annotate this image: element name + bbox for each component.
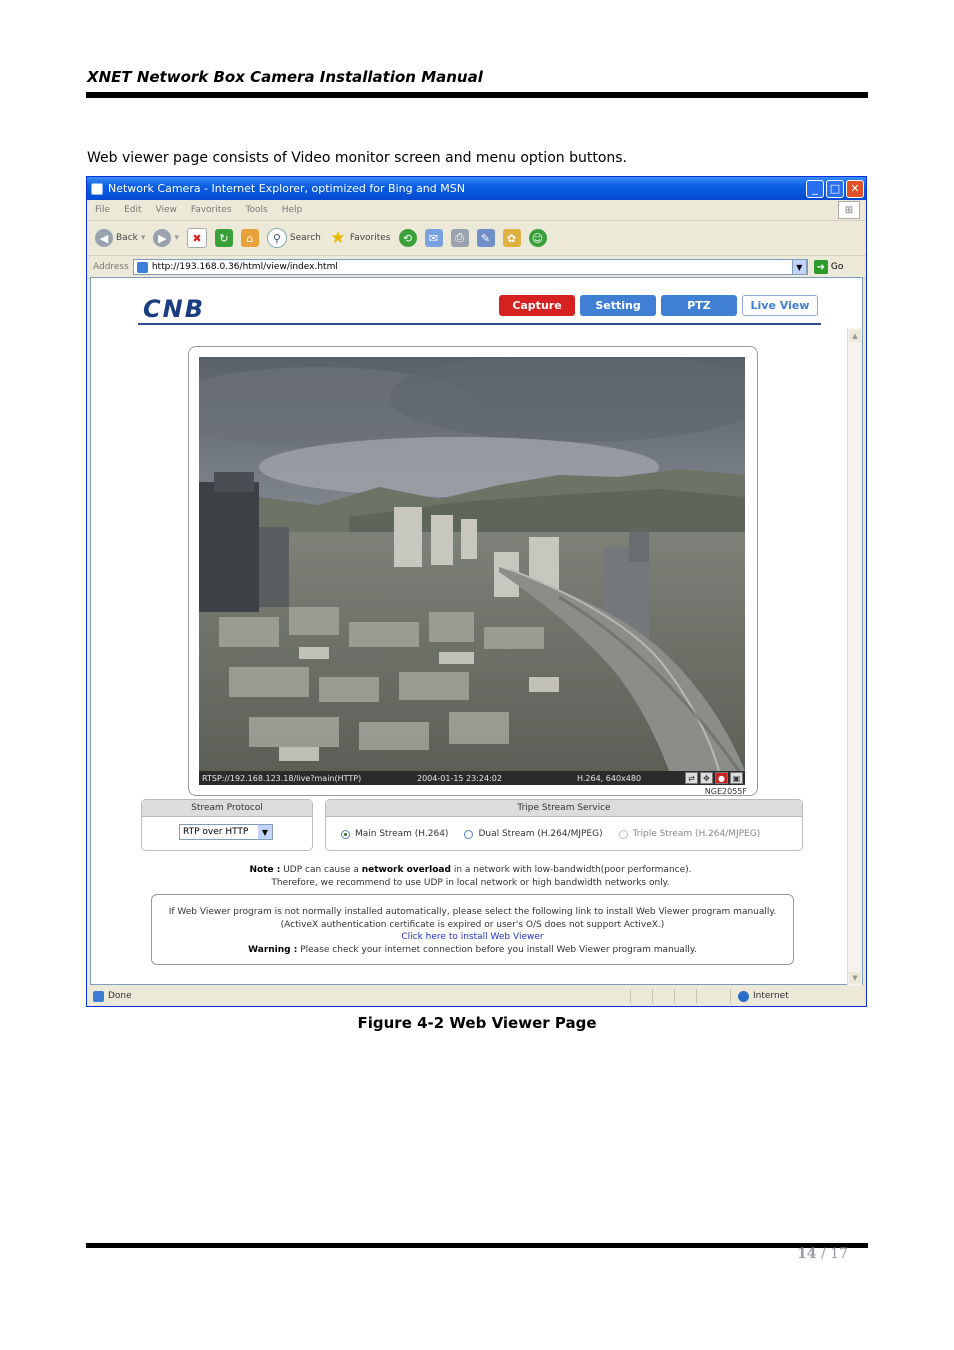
video-status-bar: RTSP://192.168.123.18/live?main(HTTP) 20… bbox=[199, 771, 745, 785]
stream-protocol-select[interactable]: RTP over HTTP ▼ bbox=[179, 824, 273, 840]
back-arrow-icon: ◀ bbox=[95, 229, 113, 247]
page-icon bbox=[136, 261, 148, 273]
header-rule bbox=[86, 92, 868, 98]
search-button[interactable]: ⚲ Search bbox=[266, 228, 321, 248]
city-scene-image bbox=[199, 357, 745, 771]
figure-caption: Figure 4-2 Web Viewer Page bbox=[357, 1014, 597, 1032]
window-titlebar: Network Camera - Internet Explorer, opti… bbox=[87, 177, 866, 200]
go-button[interactable]: ➜ Go bbox=[813, 260, 843, 274]
stream-service-panel: Tripe Stream Service Main Stream (H.264)… bbox=[325, 799, 803, 851]
menu-help[interactable]: Help bbox=[282, 205, 303, 215]
intro-text: Web viewer page consists of Video monito… bbox=[87, 150, 628, 166]
main-stream-radio[interactable]: Main Stream (H.264) bbox=[341, 829, 448, 839]
page-done-icon bbox=[93, 990, 104, 1002]
footer-rule bbox=[86, 1243, 868, 1248]
rtsp-address: RTSP://192.168.123.18/live?main(HTTP) bbox=[202, 773, 362, 783]
triple-stream-radio[interactable]: Triple Stream (H.264/MJPEG) bbox=[618, 829, 760, 839]
capture-button[interactable]: Capture bbox=[499, 295, 575, 316]
status-done: Done bbox=[108, 991, 132, 1001]
warning-text: Warning : Please check your internet con… bbox=[248, 944, 697, 955]
activex-note: (ActiveX authentication certificate is e… bbox=[280, 919, 665, 930]
scroll-down-icon[interactable]: ▼ bbox=[849, 972, 861, 984]
forward-button[interactable]: ▶ ▾ bbox=[153, 229, 179, 247]
chevron-down-icon: ▼ bbox=[258, 825, 272, 839]
menu-view[interactable]: View bbox=[156, 205, 177, 215]
close-button[interactable]: ✕ bbox=[846, 179, 864, 198]
menu-file[interactable]: File bbox=[95, 205, 110, 215]
page-viewport: CNB Capture Setting PTZ Live View RTSP:/… bbox=[90, 277, 863, 986]
star-icon: ★ bbox=[330, 228, 346, 248]
install-viewer-link[interactable]: Click here to install Web Viewer bbox=[152, 931, 793, 944]
video-monitor-frame: RTSP://192.168.123.18/live?main(HTTP) 20… bbox=[188, 346, 758, 796]
video-datetime: 2004-01-15 23:24:02 bbox=[417, 773, 502, 783]
scroll-up-icon[interactable]: ▲ bbox=[849, 330, 861, 342]
toolbar: ◀ Back ▾ ▶ ▾ ✖ ↻ ⌂ ⚲ Search ★ Favorites ⟲ … bbox=[87, 221, 866, 256]
stop-icon[interactable]: ✖ bbox=[186, 228, 207, 248]
video-stream[interactable] bbox=[199, 357, 745, 771]
document-header-title: XNET Network Box Camera Installation Man… bbox=[87, 68, 483, 86]
menu-favorites[interactable]: Favorites bbox=[191, 205, 232, 215]
stream-protocol-panel: Stream Protocol RTP over HTTP ▼ bbox=[141, 799, 313, 851]
discuss-icon[interactable]: ✿ bbox=[502, 229, 521, 247]
menu-edit[interactable]: Edit bbox=[124, 205, 141, 215]
install-instruction: If Web Viewer program is not normally in… bbox=[168, 907, 777, 917]
move-icon[interactable]: ✥ bbox=[700, 772, 713, 784]
address-input[interactable]: http://193.168.0.36/html/view/index.html… bbox=[132, 259, 808, 275]
window-title: Network Camera - Internet Explorer, opti… bbox=[108, 182, 465, 195]
refresh-icon[interactable]: ↻ bbox=[214, 229, 233, 247]
page-number: 14 / 17 bbox=[797, 1246, 848, 1262]
live-view-button[interactable]: Live View bbox=[742, 295, 818, 316]
globe-icon bbox=[738, 990, 749, 1002]
aspect-icon[interactable]: ⇄ bbox=[685, 772, 698, 784]
snapshot-icon[interactable]: ▣ bbox=[730, 772, 743, 784]
setting-button[interactable]: Setting bbox=[580, 295, 656, 316]
camera-model: NGE2055F bbox=[704, 787, 747, 796]
vertical-scrollbar[interactable]: ▲ ▼ bbox=[847, 328, 862, 986]
ptz-button[interactable]: PTZ bbox=[661, 295, 737, 316]
video-codec: H.264, 640x480 bbox=[577, 773, 642, 783]
windows-logo-icon: ⊞ bbox=[838, 201, 860, 219]
address-label: Address bbox=[93, 262, 129, 272]
cnb-logo: CNB bbox=[143, 295, 205, 323]
go-arrow-icon: ➜ bbox=[813, 260, 828, 274]
menu-bar: File Edit View Favorites Tools Help ⊞ bbox=[87, 200, 866, 221]
print-icon[interactable]: ⎙ bbox=[450, 229, 469, 247]
menu-tools[interactable]: Tools bbox=[246, 205, 268, 215]
nav-underline bbox=[138, 323, 821, 325]
back-button[interactable]: ◀ Back ▾ bbox=[95, 229, 145, 247]
minimize-button[interactable]: _ bbox=[806, 179, 824, 198]
search-icon: ⚲ bbox=[266, 228, 287, 248]
browser-status-bar: Done Internet bbox=[90, 987, 863, 1005]
install-viewer-box: If Web Viewer program is not normally in… bbox=[151, 894, 794, 965]
forward-arrow-icon: ▶ bbox=[153, 229, 172, 247]
stream-protocol-title: Stream Protocol bbox=[142, 800, 312, 817]
address-url: http://193.168.0.36/html/view/index.html bbox=[151, 262, 338, 272]
stream-service-title: Tripe Stream Service bbox=[326, 800, 802, 817]
browser-window: Network Camera - Internet Explorer, opti… bbox=[86, 176, 867, 1007]
home-icon[interactable]: ⌂ bbox=[240, 229, 259, 247]
history-icon[interactable]: ⟲ bbox=[398, 229, 417, 247]
edit-icon[interactable]: ✎ bbox=[476, 229, 495, 247]
status-zone: Internet bbox=[753, 991, 789, 1001]
maximize-button[interactable]: □ bbox=[826, 179, 844, 198]
record-icon[interactable]: ● bbox=[715, 772, 728, 784]
udp-note: Note : UDP can cause a network overload … bbox=[249, 865, 692, 888]
dual-stream-radio[interactable]: Dual Stream (H.264/MJPEG) bbox=[464, 829, 603, 839]
address-dropdown-icon[interactable]: ▼ bbox=[791, 259, 807, 275]
ie-icon bbox=[91, 182, 103, 195]
messenger-icon[interactable]: ☺ bbox=[528, 229, 547, 247]
address-bar: Address http://193.168.0.36/html/view/in… bbox=[87, 256, 866, 279]
mail-icon[interactable]: ✉ bbox=[424, 229, 443, 247]
favorites-button[interactable]: ★ Favorites bbox=[329, 228, 390, 248]
